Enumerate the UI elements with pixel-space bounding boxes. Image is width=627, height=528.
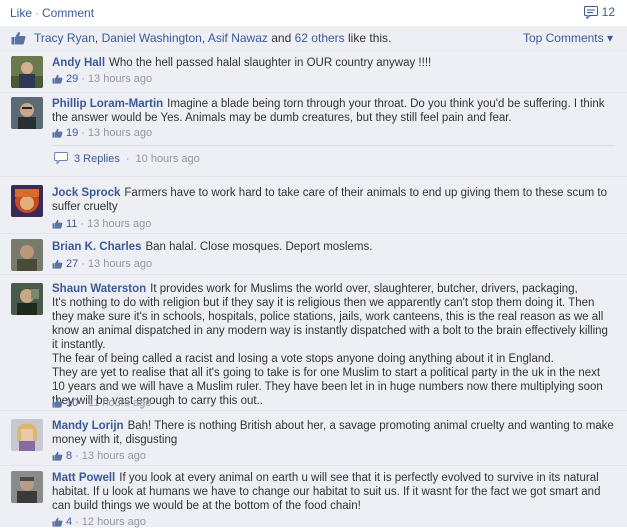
replies-row[interactable]: 3 Replies · 10 hours ago	[52, 145, 615, 172]
comment-item: Phillip Loram-Martin Imagine a blade bein…	[0, 93, 627, 177]
comment-body: Mandy Lorijn Bah! There is nothing Britis…	[52, 419, 615, 447]
comment-author[interactable]: Brian K. Charles	[52, 241, 141, 253]
post-action-bar: Like · Comment 12	[0, 0, 627, 26]
avatar[interactable]	[11, 185, 43, 217]
dot-separator: ·	[81, 258, 85, 270]
avatar[interactable]	[11, 419, 43, 451]
avatar[interactable]	[11, 56, 43, 88]
comment-meta: 27 · 13 hours ago	[52, 258, 152, 270]
comment-like-count[interactable]: 11	[66, 218, 77, 230]
liker-link[interactable]: Asif Nawaz	[208, 31, 268, 45]
separator: ·	[35, 6, 40, 20]
comment-author[interactable]: Mandy Lorijn	[52, 420, 124, 432]
comment-body: Phillip Loram-Martin Imagine a blade bein…	[52, 97, 615, 125]
comment-item: Matt Powell If you look at every animal o…	[0, 466, 627, 528]
dot-separator: ·	[81, 397, 85, 409]
comment-meta: 8 · 13 hours ago	[52, 450, 146, 462]
avatar[interactable]	[11, 471, 43, 503]
comment-author[interactable]: Matt Powell	[52, 472, 115, 484]
post-actions: Like · Comment	[10, 6, 94, 20]
likes-text: Tracy Ryan, Daniel Washington, Asif Nawa…	[34, 31, 392, 45]
comment-text: Bah! There is nothing British about her,…	[52, 420, 614, 446]
others-link[interactable]: 62 others	[295, 31, 345, 45]
thumbs-up-icon[interactable]	[52, 451, 63, 461]
comment-meta: 4 · 12 hours ago	[52, 516, 146, 528]
comment-time[interactable]: 13 hours ago	[88, 258, 152, 270]
replies-time: 10 hours ago	[135, 153, 200, 165]
reply-icon	[54, 151, 68, 167]
comment-count[interactable]: 12	[583, 5, 615, 19]
avatar[interactable]	[11, 283, 43, 315]
comment-author[interactable]: Phillip Loram-Martin	[52, 98, 163, 110]
top-comments-dropdown[interactable]: Top Comments ▾	[523, 31, 613, 45]
comment-like-count[interactable]: 27	[66, 258, 78, 270]
comment-item: Andy Hall Who the hell passed halal slaug…	[0, 51, 627, 93]
replies-link[interactable]: 3 Replies	[74, 153, 120, 165]
likes-and: and	[271, 31, 292, 45]
comment-item: Jock Sprock Farmers have to work hard to …	[0, 177, 627, 234]
thumbs-up-icon[interactable]	[52, 517, 63, 527]
comment-body: Andy Hall Who the hell passed halal slaug…	[52, 56, 615, 70]
comment-meta: 10 · 11 hours ago	[52, 397, 151, 409]
thumbs-up-icon[interactable]	[52, 398, 63, 408]
comment-body: Matt Powell If you look at every animal o…	[52, 471, 615, 513]
comment-text: Ban halal. Close mosques. Deport moslems…	[145, 241, 373, 253]
likes-suffix: like this.	[348, 31, 392, 45]
comment-like-count[interactable]: 19	[66, 127, 78, 139]
comment-author[interactable]: Jock Sprock	[52, 187, 120, 199]
comment-text: If you look at every animal on earth u w…	[52, 472, 601, 512]
comment-time[interactable]: 13 hours ago	[88, 127, 152, 139]
liker-link[interactable]: Tracy Ryan	[34, 31, 95, 45]
comment-like-count[interactable]: 8	[66, 450, 72, 462]
comment-like-count[interactable]: 4	[66, 516, 72, 528]
comment-text: It provides work for Muslims the world o…	[52, 283, 608, 407]
like-link[interactable]: Like	[10, 6, 32, 20]
comment-time[interactable]: 13 hours ago	[82, 450, 146, 462]
comment-body: Jock Sprock Farmers have to work hard to …	[52, 186, 615, 214]
comment-body: Shaun Waterston It provides work for Musl…	[52, 282, 615, 408]
comment-like-count[interactable]: 10	[66, 397, 78, 409]
comment-link[interactable]: Comment	[42, 6, 94, 20]
comment-author[interactable]: Andy Hall	[52, 57, 105, 69]
dot-separator: ·	[125, 153, 130, 165]
dot-separator: ·	[75, 516, 79, 528]
comment-meta: 19 · 13 hours ago	[52, 127, 152, 139]
dot-separator: ·	[80, 218, 85, 230]
comment-author[interactable]: Shaun Waterston	[52, 283, 146, 295]
comment-time[interactable]: 13 hours ago	[88, 73, 152, 85]
comment-text: Who the hell passed halal slaughter in O…	[109, 57, 432, 69]
thumbs-up-icon[interactable]	[52, 259, 63, 269]
comment-item: Brian K. Charles Ban halal. Close mosques…	[0, 234, 627, 275]
liker-link[interactable]: Daniel Washington	[102, 31, 202, 45]
comment-item: Mandy Lorijn Bah! There is nothing Britis…	[0, 411, 627, 466]
comment-item: Shaun Waterston It provides work for Musl…	[0, 275, 627, 411]
thumbs-up-icon[interactable]	[52, 128, 63, 138]
avatar[interactable]	[11, 239, 43, 271]
comment-bubble-icon	[583, 5, 598, 19]
dot-separator: ·	[81, 127, 85, 139]
thumbs-up-icon[interactable]	[52, 74, 63, 84]
comment-time[interactable]: 13 hours ago	[87, 218, 151, 230]
dot-separator: ·	[75, 450, 79, 462]
comment-time[interactable]: 12 hours ago	[82, 516, 146, 528]
thumbs-up-icon	[11, 31, 26, 48]
comment-body: Brian K. Charles Ban halal. Close mosques…	[52, 240, 615, 254]
likes-summary: Tracy Ryan, Daniel Washington, Asif Nawa…	[0, 26, 627, 51]
dot-separator: ·	[81, 73, 85, 85]
comment-like-count[interactable]: 29	[66, 73, 78, 85]
comment-meta: 11 · 13 hours ago	[52, 218, 151, 230]
thumbs-up-icon[interactable]	[52, 219, 63, 229]
comment-meta: 29 · 13 hours ago	[52, 73, 152, 85]
comment-text: Farmers have to work hard to take care o…	[52, 187, 608, 213]
comment-count-value: 12	[601, 5, 615, 19]
comment-time[interactable]: 11 hours ago	[88, 397, 151, 409]
avatar[interactable]	[11, 97, 43, 129]
